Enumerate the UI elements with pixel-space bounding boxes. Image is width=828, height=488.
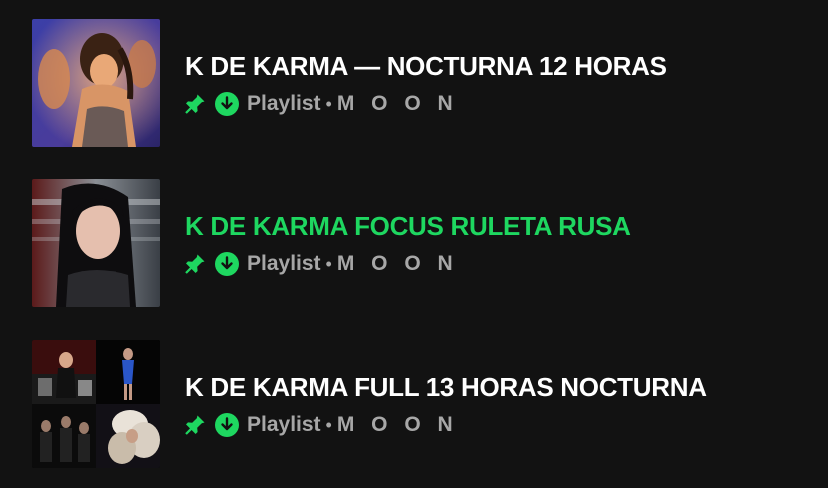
playlist-type-label: Playlist	[247, 92, 321, 115]
playlist-meta: Playlist • M O O N	[183, 91, 458, 117]
playlist-title[interactable]: K DE KARMA FOCUS RULETA RUSA	[185, 211, 631, 242]
playlist-owner[interactable]: M O O N	[337, 413, 458, 437]
download-icon	[215, 252, 239, 276]
playlist-title[interactable]: K DE KARMA FULL 13 HORAS NOCTURNA	[185, 372, 707, 403]
separator-dot: •	[325, 414, 332, 435]
playlist-owner[interactable]: M O O N	[337, 252, 458, 276]
separator-dot: •	[325, 253, 332, 274]
playlist-type-label: Playlist	[247, 413, 321, 436]
playlist-meta: Playlist • M O O N	[183, 412, 458, 438]
playlist-owner[interactable]: M O O N	[337, 92, 458, 116]
playlist-cover-image	[32, 179, 160, 307]
playlist-cover-image	[32, 19, 160, 147]
playlist-title[interactable]: K DE KARMA — NOCTURNA 12 HORAS	[185, 51, 667, 82]
playlist-meta: Playlist • M O O N	[183, 251, 458, 277]
playlist-cover-image	[32, 340, 160, 468]
playlist-list: K DE KARMA — NOCTURNA 12 HORAS Playlist …	[0, 0, 828, 488]
playlist-type-label: Playlist	[247, 252, 321, 275]
pin-icon	[183, 413, 207, 437]
playlist-row[interactable]: K DE KARMA FOCUS RULETA RUSA Playlist • …	[0, 177, 828, 307]
playlist-row[interactable]: K DE KARMA FULL 13 HORAS NOCTURNA Playli…	[0, 338, 828, 468]
playlist-row[interactable]: K DE KARMA — NOCTURNA 12 HORAS Playlist …	[0, 17, 828, 147]
pin-icon	[183, 252, 207, 276]
separator-dot: •	[325, 93, 332, 114]
download-icon	[215, 413, 239, 437]
download-icon	[215, 92, 239, 116]
pin-icon	[183, 92, 207, 116]
